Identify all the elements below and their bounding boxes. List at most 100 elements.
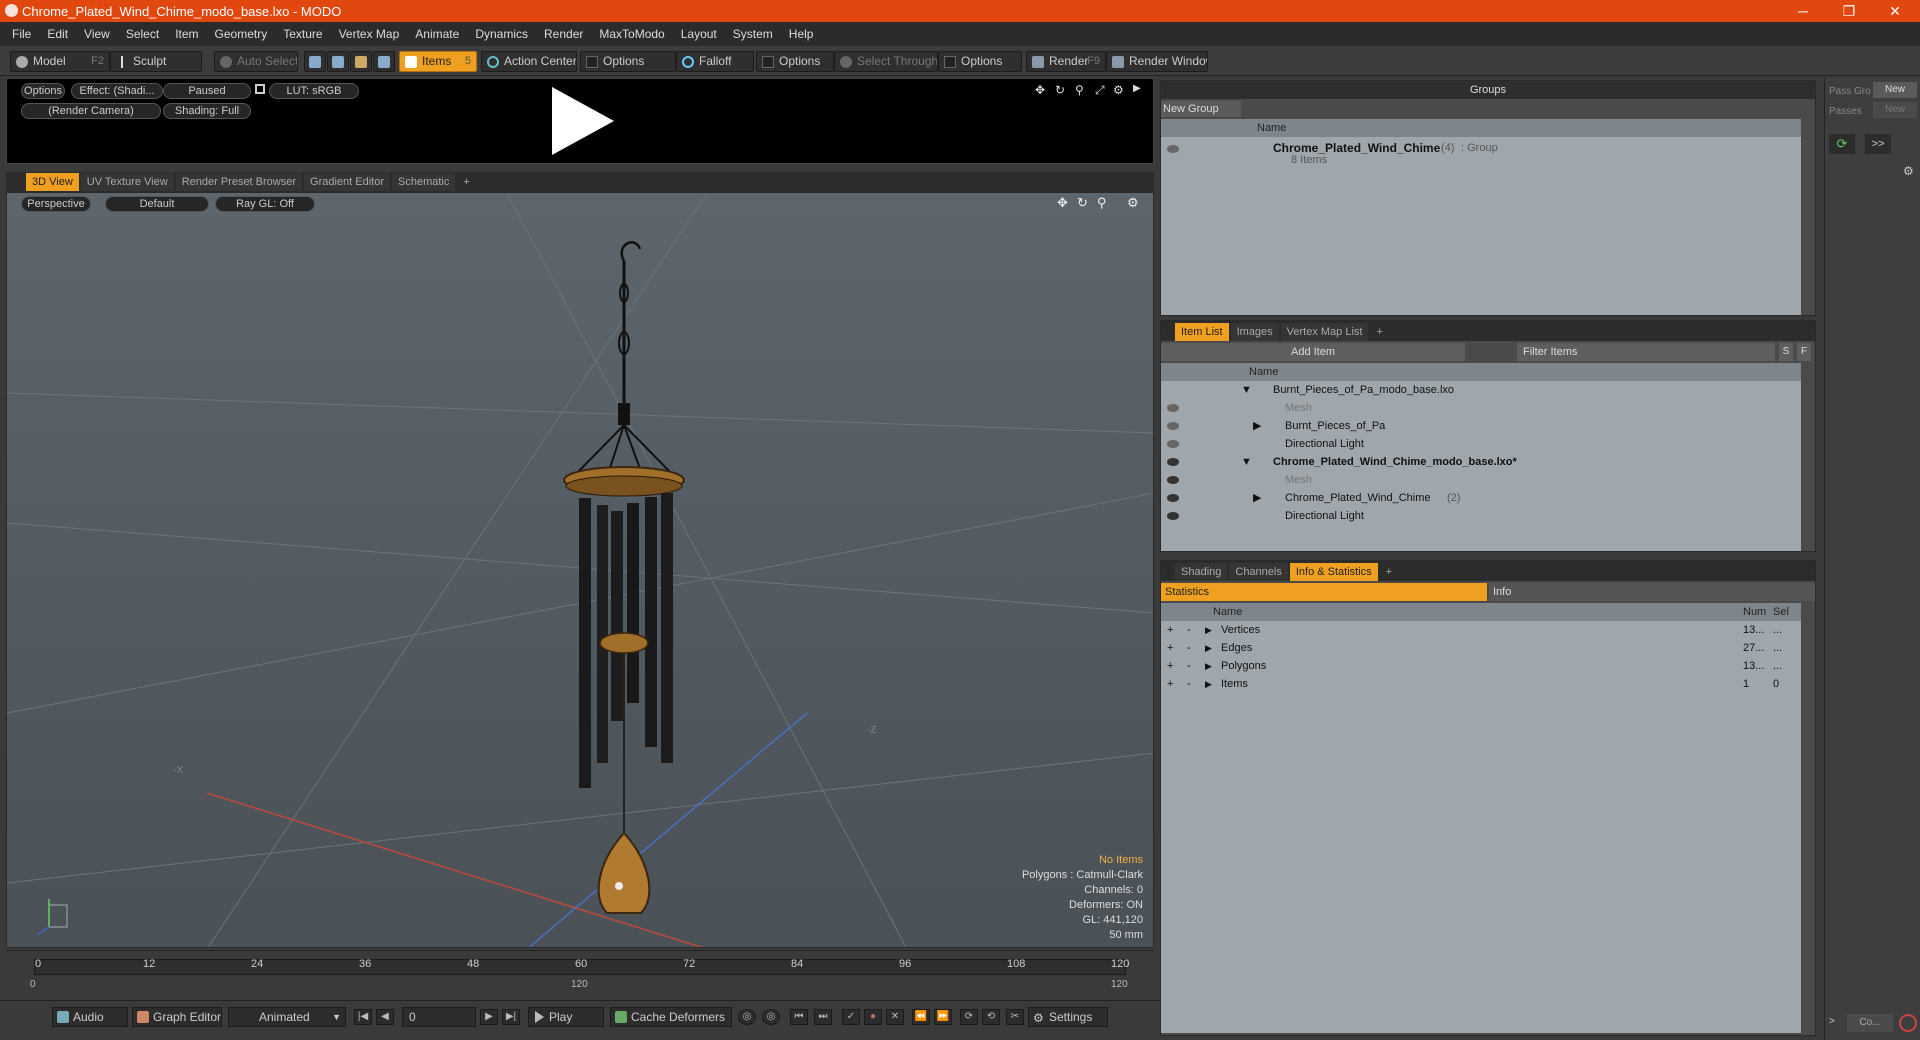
maximize-view-icon[interactable]: ⤢	[1095, 83, 1105, 98]
audio-button[interactable]: Audio	[52, 1007, 128, 1027]
collapse-minus-icon[interactable]: -	[1187, 657, 1191, 675]
set-key-icon[interactable]: ✓	[842, 1009, 860, 1025]
paused-button[interactable]: Paused	[163, 83, 251, 99]
list-item[interactable]: ▶ Burnt_Pieces_of_Pa	[1161, 417, 1801, 435]
filter-items-input[interactable]: Filter Items	[1517, 343, 1775, 361]
tab-3d-view[interactable]: 3D View	[26, 173, 79, 191]
expand-icon[interactable]: ▶	[1205, 621, 1212, 639]
group-row[interactable]: Chrome_Plated_Wind_Chime (4) : Group 8 I…	[1161, 139, 1801, 169]
raygl-dropdown[interactable]: Ray GL: Off	[215, 196, 315, 212]
perspective-dropdown[interactable]: Perspective	[21, 196, 91, 212]
move-view-icon[interactable]: ✥	[1035, 83, 1045, 97]
list-item[interactable]: ▼ Burnt_Pieces_of_Pa_modo_base.lxo	[1161, 381, 1801, 399]
tab-schematic[interactable]: Schematic	[392, 173, 456, 191]
gear-icon[interactable]: ⚙	[1903, 164, 1914, 178]
list-item[interactable]: Directional Light	[1161, 435, 1801, 453]
tab-shading[interactable]: Shading	[1175, 563, 1228, 581]
go-to-end-icon[interactable]: ▶|	[502, 1009, 520, 1025]
menu-file[interactable]: File	[4, 27, 39, 41]
menu-dynamics[interactable]: Dynamics	[467, 27, 536, 41]
record-icon[interactable]: ●	[864, 1009, 882, 1025]
tab-images[interactable]: Images	[1230, 323, 1279, 341]
tab-gradient-editor[interactable]: Gradient Editor	[304, 173, 390, 191]
expand-icon[interactable]: ▶	[1205, 657, 1212, 675]
action-center-options-button[interactable]: Options	[580, 51, 676, 72]
move-view-icon[interactable]: ✥	[1057, 195, 1068, 211]
table-row[interactable]: + - ▶ Edges 27......	[1161, 639, 1801, 657]
menu-help[interactable]: Help	[781, 27, 822, 41]
list-item[interactable]: Mesh	[1161, 471, 1801, 489]
expand-plus-icon[interactable]: +	[1167, 621, 1173, 639]
gear-icon[interactable]: ⚙	[1127, 195, 1139, 211]
lut-dropdown[interactable]: LUT: sRGB	[269, 83, 359, 99]
rotate-view-icon[interactable]: ↻	[1055, 83, 1065, 97]
collapse-minus-icon[interactable]: -	[1187, 621, 1191, 639]
list-item[interactable]: ▶ Chrome_Plated_Wind_Chime (2)	[1161, 489, 1801, 507]
expand-more-button[interactable]: >>	[1865, 134, 1891, 154]
add-tab-button[interactable]: +	[1370, 323, 1388, 341]
add-item-dropdown[interactable]: Add Item	[1161, 343, 1465, 361]
gear-icon[interactable]: ⚙	[1113, 83, 1124, 97]
rotate-view-icon[interactable]: ↻	[1077, 195, 1088, 211]
menu-select[interactable]: Select	[118, 27, 167, 41]
lock-icon[interactable]	[255, 84, 265, 94]
menu-texture[interactable]: Texture	[275, 27, 330, 41]
expand-icon[interactable]: ▶	[1205, 639, 1212, 657]
go-to-start-icon[interactable]: |◀	[354, 1009, 372, 1025]
expand-icon[interactable]: ▶	[1253, 489, 1261, 507]
expand-plus-icon[interactable]: +	[1167, 639, 1173, 657]
frame-input[interactable]: 0	[402, 1007, 476, 1027]
falloff-button[interactable]: Falloff	[676, 51, 754, 72]
materials-mode-button[interactable]	[373, 51, 395, 72]
graph-editor-button[interactable]: Graph Editor	[132, 1007, 222, 1027]
menu-vertex-map[interactable]: Vertex Map	[331, 27, 408, 41]
expand-arrow-icon[interactable]: >	[1829, 1016, 1835, 1027]
table-row[interactable]: + - ▶ Polygons 13......	[1161, 657, 1801, 675]
menu-render[interactable]: Render	[536, 27, 591, 41]
eye-icon[interactable]	[1167, 476, 1179, 484]
prev-key-icon[interactable]: ⏮	[790, 1009, 808, 1025]
list-item[interactable]: Mesh	[1161, 399, 1801, 417]
select-options-button[interactable]: Options	[938, 51, 1022, 72]
auto-key-icon[interactable]: ◎	[762, 1009, 780, 1025]
next-key-icon[interactable]: ⏭	[814, 1009, 832, 1025]
cut-icon[interactable]: ✂	[1006, 1009, 1024, 1025]
play-icon[interactable]	[552, 87, 614, 155]
list-item[interactable]: Directional Light	[1161, 507, 1801, 525]
expand-icon[interactable]: ▼	[1241, 381, 1252, 399]
select-through-button[interactable]: Select Through	[834, 51, 938, 72]
zoom-view-icon[interactable]: ⚲	[1097, 195, 1107, 211]
expand-icon[interactable]: ▶	[1253, 417, 1261, 435]
render-camera-dropdown[interactable]: (Render Camera)	[21, 103, 161, 119]
model-button[interactable]: Model F2	[10, 51, 110, 72]
expand-icon[interactable]: ▼	[1241, 453, 1252, 471]
eye-icon[interactable]	[1167, 512, 1179, 520]
zoom-view-icon[interactable]: ⚲	[1075, 83, 1084, 97]
eye-icon[interactable]	[1167, 422, 1179, 430]
shading-dropdown[interactable]: Shading: Full	[163, 103, 251, 119]
tab-channels[interactable]: Channels	[1229, 563, 1288, 581]
tab-vertex-map-list[interactable]: Vertex Map List	[1280, 323, 1369, 341]
sync-icon[interactable]: ⟳	[960, 1009, 978, 1025]
vertices-mode-button[interactable]	[304, 51, 326, 72]
new-group-button[interactable]: New Group	[1161, 101, 1241, 117]
polygons-mode-button[interactable]	[350, 51, 372, 72]
info-subtab[interactable]: Info	[1489, 583, 1815, 601]
eye-icon[interactable]	[1167, 145, 1179, 153]
eye-icon[interactable]	[1167, 458, 1179, 466]
menu-item[interactable]: Item	[167, 27, 206, 41]
expand-plus-icon[interactable]: +	[1167, 675, 1173, 693]
list-item[interactable]: ▼ Chrome_Plated_Wind_Chime_modo_base.lxo*	[1161, 453, 1801, 471]
settings-button[interactable]: ⚙ Settings	[1028, 1007, 1108, 1027]
add-tab-button[interactable]: +	[457, 173, 475, 191]
items-mode-button[interactable]: Items 5	[399, 51, 477, 72]
menu-maxtomodo[interactable]: MaxToModo	[591, 27, 672, 41]
action-center-button[interactable]: Action Center	[481, 51, 577, 72]
eye-icon[interactable]	[1167, 404, 1179, 412]
viewer-options-button[interactable]: Options	[21, 83, 65, 99]
tab-info-statistics[interactable]: Info & Statistics	[1289, 563, 1378, 581]
viewport-3d[interactable]: Perspective Default Ray GL: Off ✥ ↻ ⚲ ⚙ …	[6, 192, 1154, 948]
render-window-button[interactable]: Render Window	[1106, 51, 1208, 72]
edges-mode-button[interactable]	[327, 51, 349, 72]
step-back-icon[interactable]: ◀	[376, 1009, 394, 1025]
